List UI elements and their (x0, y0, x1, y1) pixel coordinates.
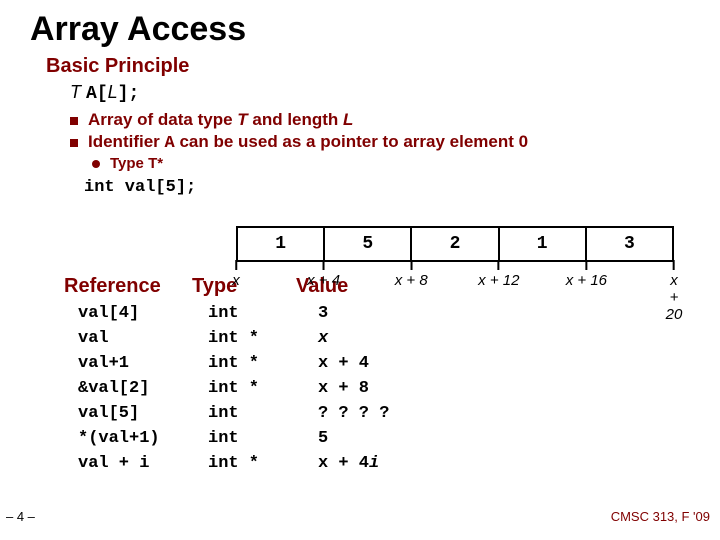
address-ticks: x x + 4 x + 8 x + 12 x + 16 x + 20 (236, 262, 674, 298)
td-ref-text: val + i (78, 454, 149, 473)
bullet-list: Array of data type T and length L Identi… (70, 110, 696, 172)
array-boxes: 1 5 2 1 3 (236, 226, 674, 262)
td-val: 3 (318, 304, 468, 323)
table-row: val[5] int ? ? ? ? (78, 404, 696, 423)
td-type: int (208, 429, 318, 448)
decl-end: ]; (118, 84, 140, 104)
td-ref: val (78, 329, 208, 348)
tick-3: x + 12 (478, 260, 519, 289)
c1-T: T (148, 155, 157, 172)
th-reference: Reference (64, 275, 192, 298)
td-type: int * (208, 354, 318, 373)
td-val: x + 8 (318, 379, 468, 398)
td-type: int (208, 404, 318, 423)
tick-0: x (232, 260, 240, 289)
decl-code: A[ (86, 84, 108, 104)
cell-2: 2 (412, 228, 499, 260)
b1-L: L (343, 110, 353, 129)
decl-L: L (108, 82, 118, 102)
td-val: 5 (318, 429, 468, 448)
table-row: val[4] int 3 (78, 304, 696, 323)
td-type: int (208, 304, 318, 323)
td-ref: val[5] (78, 404, 208, 423)
td-type: int * (208, 329, 318, 348)
cell-0: 1 (238, 228, 325, 260)
b1-mid: and length (248, 110, 343, 129)
td-val: ? ? ? ? (318, 404, 468, 423)
slide: Array Access Basic Principle T A[L]; Arr… (0, 0, 720, 540)
b1-T: T (237, 110, 247, 129)
table-row: val int * x (78, 329, 696, 348)
tick-label-4: x + 16 (566, 272, 607, 289)
table-row: &val[2] int * x + 8 (78, 379, 696, 398)
type-declaration: T A[L]; (70, 82, 696, 104)
td-ref: val + i (78, 454, 208, 473)
code-declaration: int val[5]; (84, 178, 696, 197)
td-val: x (318, 329, 468, 348)
b2-A: A (165, 134, 175, 153)
tick-label-2: x + 8 (395, 272, 428, 289)
tick-4: x + 16 (566, 260, 607, 289)
course-label: CMSC 313, F '09 (611, 509, 710, 524)
cell-3: 1 (500, 228, 587, 260)
tick-1: x + 4 (307, 260, 340, 289)
tick-label-0: x (232, 272, 240, 289)
table-row: val+1 int * x + 4 (78, 354, 696, 373)
td-ref: val+1 (78, 354, 208, 373)
array-diagram: 1 5 2 1 3 x x + 4 x + 8 x + 12 x + 16 x … (236, 226, 674, 298)
sub-bullet-1: Type T* (92, 155, 696, 172)
b1-pre: Array of data type (88, 110, 237, 129)
b2-pre: Identifier (88, 132, 165, 151)
td-val-text: x + 4i (318, 454, 379, 473)
bullet-2: Identifier A can be used as a pointer to… (70, 132, 696, 153)
cell-1: 5 (325, 228, 412, 260)
td-val-text: x (318, 329, 328, 348)
tick-2: x + 8 (395, 260, 428, 289)
table-row: val + i int * x + 4i (78, 454, 696, 473)
tick-5: x + 20 (666, 260, 683, 323)
c1-pre: Type (110, 155, 148, 172)
tick-label-1: x + 4 (307, 272, 340, 289)
b2-post: can be used as a pointer to array elemen… (175, 132, 528, 151)
bullet-1: Array of data type T and length L (70, 110, 696, 130)
section-heading: Basic Principle (46, 55, 696, 78)
td-type: int * (208, 379, 318, 398)
slide-number: – 4 – (6, 509, 35, 524)
td-ref: &val[2] (78, 379, 208, 398)
page-title: Array Access (30, 10, 696, 49)
cell-4: 3 (587, 228, 672, 260)
table-row: *(val+1) int 5 (78, 429, 696, 448)
reference-table: val[4] int 3 val int * x val+1 int * x +… (78, 304, 696, 473)
decl-T: T (70, 82, 81, 102)
td-type: int * (208, 454, 318, 473)
c1-post: * (157, 155, 163, 172)
td-val: x + 4 (318, 354, 468, 373)
td-val: x + 4i (318, 454, 468, 473)
tick-label-3: x + 12 (478, 272, 519, 289)
td-ref: *(val+1) (78, 429, 208, 448)
tick-label-5: x + 20 (666, 272, 683, 323)
td-ref: val[4] (78, 304, 208, 323)
